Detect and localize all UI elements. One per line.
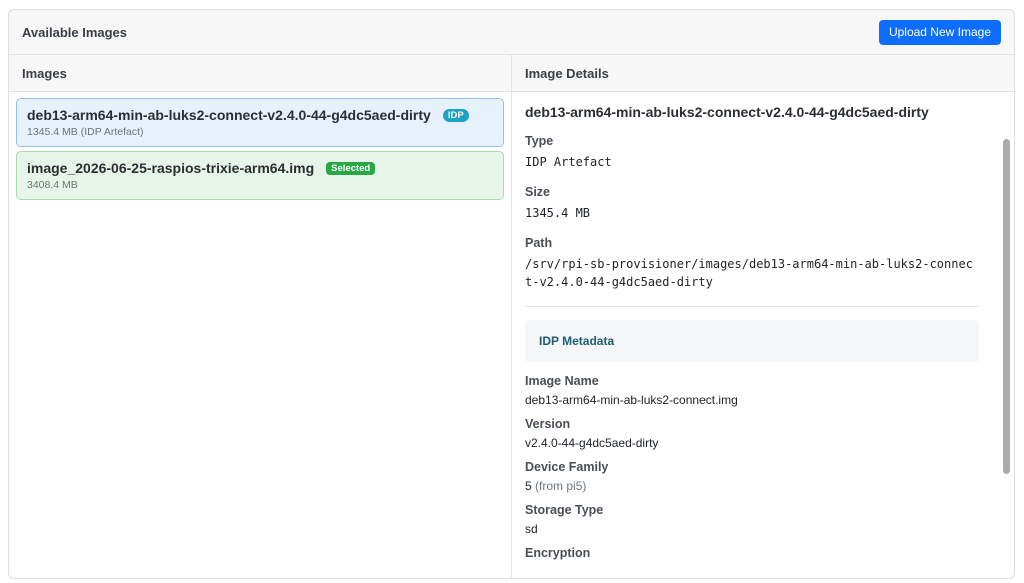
version-value: v2.4.0-44-g4dc5aed-dirty bbox=[525, 436, 659, 450]
version-field: Version v2.4.0-44-g4dc5aed-dirty bbox=[525, 417, 979, 451]
images-panel-header: Images bbox=[9, 55, 511, 92]
encryption-label: Encryption bbox=[525, 546, 591, 560]
encryption-field: Encryption bbox=[525, 546, 979, 560]
size-label: Size bbox=[525, 185, 551, 199]
details-scrollbar-thumb[interactable] bbox=[1003, 139, 1010, 474]
image-item-name: deb13-arm64-min-ab-luks2-connect-v2.4.0-… bbox=[27, 107, 431, 123]
image-details-content: deb13-arm64-min-ab-luks2-connect-v2.4.0-… bbox=[512, 92, 992, 560]
idp-metadata-title: IDP Metadata bbox=[539, 334, 615, 348]
size-value: 1345.4 MB bbox=[525, 206, 591, 220]
path-field: Path /srv/rpi-sb-provisioner/images/deb1… bbox=[525, 236, 979, 291]
detail-image-title: deb13-arm64-min-ab-luks2-connect-v2.4.0-… bbox=[525, 104, 929, 120]
columns: Images deb13-arm64-min-ab-luks2-connect-… bbox=[9, 55, 1014, 578]
device-family-label: Device Family bbox=[525, 460, 609, 474]
device-family-value: 5 (from pi5) bbox=[525, 479, 979, 494]
version-label: Version bbox=[525, 417, 571, 431]
images-panel: Images deb13-arm64-min-ab-luks2-connect-… bbox=[9, 55, 512, 578]
storage-type-value: sd bbox=[525, 522, 538, 536]
storage-type-field: Storage Type sd bbox=[525, 503, 979, 537]
card-header: Available Images Upload New Image bbox=[9, 10, 1014, 55]
image-name-field: Image Name deb13-arm64-min-ab-luks2-conn… bbox=[525, 374, 979, 408]
image-item-meta: 3408.4 MB bbox=[27, 179, 78, 191]
storage-type-label: Storage Type bbox=[525, 503, 604, 517]
image-item-selected[interactable]: image_2026-06-25-raspios-trixie-arm64.im… bbox=[16, 151, 504, 200]
image-item-name: image_2026-06-25-raspios-trixie-arm64.im… bbox=[27, 160, 315, 176]
image-item-meta: 1345.4 MB (IDP Artefact) bbox=[27, 126, 144, 138]
item-title-row: image_2026-06-25-raspios-trixie-arm64.im… bbox=[27, 160, 493, 176]
path-value: /srv/rpi-sb-provisioner/images/deb13-arm… bbox=[525, 257, 973, 289]
type-value: IDP Artefact bbox=[525, 155, 612, 169]
image-list: deb13-arm64-min-ab-luks2-connect-v2.4.0-… bbox=[9, 92, 511, 210]
selected-badge: Selected bbox=[326, 161, 376, 175]
type-field: Type IDP Artefact bbox=[525, 134, 979, 171]
upload-new-image-button[interactable]: Upload New Image bbox=[878, 19, 1001, 45]
image-details-panel: Image Details deb13-arm64-min-ab-luks2-c… bbox=[512, 55, 1014, 578]
images-card: Available Images Upload New Image Images… bbox=[8, 9, 1015, 579]
image-item-idp[interactable]: deb13-arm64-min-ab-luks2-connect-v2.4.0-… bbox=[16, 98, 504, 147]
type-label: Type bbox=[525, 134, 554, 148]
image-details-header: Image Details bbox=[512, 55, 1014, 92]
device-family-number: 5 bbox=[525, 479, 532, 493]
idp-metadata-header: IDP Metadata bbox=[525, 320, 979, 362]
size-field: Size 1345.4 MB bbox=[525, 185, 979, 222]
device-family-note: (from pi5) bbox=[535, 479, 587, 493]
idp-badge: IDP bbox=[442, 108, 469, 122]
device-family-field: Device Family 5 (from pi5) bbox=[525, 460, 979, 494]
path-label: Path bbox=[525, 236, 553, 250]
image-name-label: Image Name bbox=[525, 374, 599, 388]
item-title-row: deb13-arm64-min-ab-luks2-connect-v2.4.0-… bbox=[27, 107, 493, 123]
card-title: Available Images bbox=[22, 24, 128, 40]
divider bbox=[525, 306, 979, 307]
image-name-value: deb13-arm64-min-ab-luks2-connect.img bbox=[525, 393, 738, 407]
